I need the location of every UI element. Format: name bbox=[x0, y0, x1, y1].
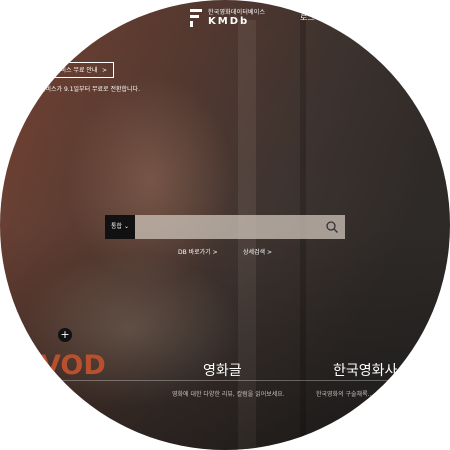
notice-text: 서비스가 9.1일부터 무료로 전환합니다. bbox=[40, 86, 140, 93]
logo-text: 한국영화데이터베이스 KMDb bbox=[208, 9, 265, 27]
search-icon[interactable] bbox=[325, 220, 339, 234]
search-bar: 통합 ⌄ bbox=[105, 215, 345, 239]
search-category-label: 통합 bbox=[111, 223, 123, 230]
site-logo[interactable]: 한국영화데이터베이스 KMDb bbox=[190, 8, 265, 28]
kmdb-logo-icon bbox=[190, 9, 202, 27]
db-browse-link[interactable]: DB 바로가기 > bbox=[178, 247, 218, 256]
section-divider bbox=[40, 380, 450, 381]
articles-desc: 영화에 대한 다양한 리뷰, 칼럼을 읽어보세요. bbox=[172, 391, 285, 398]
logo-subtitle: 한국영화데이터베이스 bbox=[208, 9, 266, 16]
articles-title[interactable]: 영화글 bbox=[203, 360, 242, 380]
korean-film-desc: 한국영화의 구술채록... bbox=[316, 391, 374, 398]
service-notice-button[interactable]: 서비스 무료 안내 > bbox=[40, 62, 114, 78]
plus-icon[interactable]: + bbox=[58, 328, 72, 342]
search-input[interactable] bbox=[135, 215, 345, 239]
logo-name: KMDb bbox=[208, 16, 250, 27]
arrow-right-icon: > bbox=[101, 67, 107, 74]
chevron-down-icon: ⌄ bbox=[123, 223, 129, 230]
vod-title[interactable]: VOD bbox=[40, 350, 106, 381]
detail-search-link[interactable]: 상세검색 > bbox=[243, 247, 272, 256]
korean-film-title[interactable]: 한국영화사 bbox=[333, 360, 397, 380]
hero-background: 한국영화데이터베이스 KMDb 로그 서비스 무료 안내 > 서비스가 9.1일… bbox=[0, 0, 450, 450]
search-category-select[interactable]: 통합 ⌄ bbox=[105, 215, 135, 239]
notice-button-label: 서비스 무료 안내 bbox=[55, 67, 98, 74]
login-link[interactable]: 로그 bbox=[300, 12, 315, 23]
vod-desc: 을 관람하세요. bbox=[40, 395, 77, 402]
